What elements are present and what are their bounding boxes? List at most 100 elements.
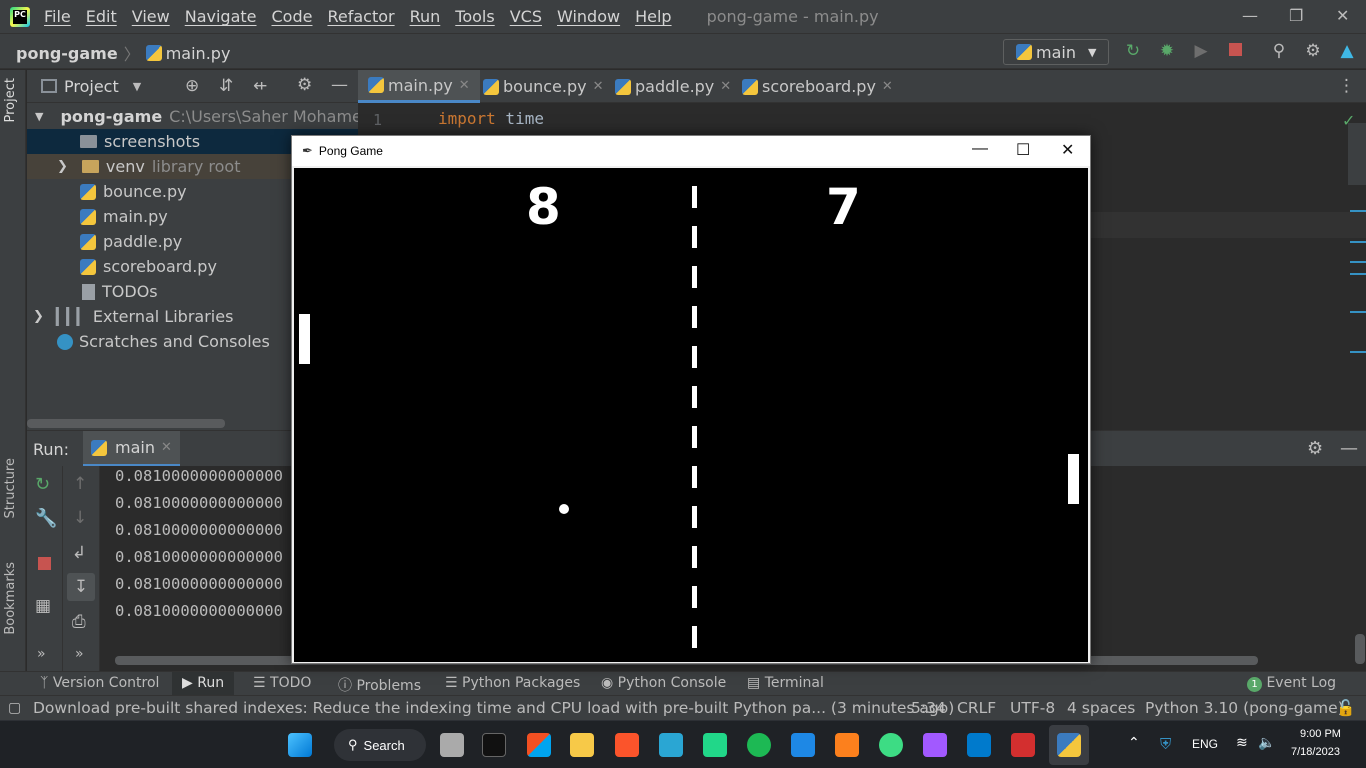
lock-icon[interactable]: 🔓 bbox=[1336, 699, 1355, 717]
chevron-right-icon[interactable]: ❯ bbox=[57, 159, 68, 174]
task-view-icon[interactable] bbox=[440, 733, 464, 757]
tab-bounce-py[interactable]: bounce.py ✕ bbox=[473, 70, 613, 103]
app-icon[interactable] bbox=[791, 733, 815, 757]
arrow-up-icon[interactable]: ↑ bbox=[73, 474, 87, 494]
wrench-icon[interactable]: 🔧 bbox=[35, 508, 57, 529]
hide-panel-icon[interactable]: — bbox=[331, 75, 348, 95]
tool-tab-terminal[interactable]: ▤ Terminal bbox=[747, 675, 824, 691]
structure-tool-tab[interactable]: Structure bbox=[3, 458, 18, 518]
close-icon[interactable]: ✕ bbox=[161, 440, 172, 455]
python-interpreter[interactable]: Python 3.10 (pong-game) bbox=[1145, 699, 1344, 717]
pycharm-taskbar-icon[interactable] bbox=[703, 733, 727, 757]
run-tab-main[interactable]: main ✕ bbox=[83, 431, 180, 467]
scroll-to-end-icon[interactable]: ↧ bbox=[67, 573, 95, 601]
status-message[interactable]: Download pre-built shared indexes: Reduc… bbox=[33, 699, 954, 717]
pong-game-window[interactable]: ✒ Pong Game — ☐ ✕ 8 7 bbox=[291, 135, 1091, 664]
more-icon[interactable]: » bbox=[75, 646, 84, 662]
menu-run[interactable]: Run bbox=[410, 7, 441, 26]
wps-office-icon[interactable] bbox=[1011, 733, 1035, 757]
microsoft-store-icon[interactable] bbox=[527, 733, 551, 757]
minimize-icon[interactable]: — bbox=[1242, 6, 1258, 25]
tree-root[interactable]: ▼ pong-game C:\Users\Saher Mohamed bbox=[27, 104, 372, 129]
caret-position[interactable]: 5:34 bbox=[911, 699, 946, 717]
chevron-down-icon[interactable]: ▼ bbox=[133, 80, 141, 93]
tool-tab-python-packages[interactable]: ☰ Python Packages bbox=[445, 675, 580, 691]
project-panel-title[interactable]: Project bbox=[64, 77, 119, 96]
restore-icon[interactable]: ❐ bbox=[1289, 6, 1303, 25]
menu-view[interactable]: View bbox=[132, 7, 170, 26]
close-icon[interactable]: ✕ bbox=[459, 78, 470, 93]
gear-icon[interactable]: ⚙ bbox=[1307, 438, 1323, 459]
ide-update-icon[interactable]: ▲ bbox=[1338, 42, 1356, 60]
pong-canvas[interactable]: 8 7 bbox=[294, 168, 1088, 662]
horizontal-scrollbar[interactable] bbox=[27, 419, 225, 428]
coverage-icon[interactable]: ▶ bbox=[1192, 42, 1210, 60]
search-icon[interactable]: ⚲ bbox=[1270, 42, 1288, 60]
breadcrumb-project[interactable]: pong-game bbox=[16, 44, 118, 63]
tab-paddle-py[interactable]: paddle.py ✕ bbox=[605, 70, 741, 103]
chevron-right-icon[interactable]: ❯ bbox=[33, 309, 44, 324]
brave-browser-icon[interactable] bbox=[615, 733, 639, 757]
terminal-app-icon[interactable] bbox=[482, 733, 506, 757]
close-icon[interactable]: ✕ bbox=[882, 79, 893, 94]
stop-icon[interactable] bbox=[38, 557, 51, 570]
menu-window[interactable]: Window bbox=[557, 7, 620, 26]
tool-tab-problems[interactable]: ⓘ Problems bbox=[338, 675, 421, 695]
gear-icon[interactable]: ⚙ bbox=[297, 75, 312, 95]
vertical-scrollbar[interactable] bbox=[1348, 123, 1366, 185]
indent-setting[interactable]: 4 spaces bbox=[1067, 699, 1135, 717]
menu-help[interactable]: Help bbox=[635, 7, 671, 26]
stop-icon[interactable] bbox=[1226, 42, 1244, 60]
gear-icon[interactable]: ⚙ bbox=[1304, 42, 1322, 60]
clock-date[interactable]: 7/18/2023 bbox=[1291, 746, 1340, 758]
rerun-icon[interactable]: ↻ bbox=[1124, 42, 1142, 60]
spotify-icon[interactable] bbox=[747, 733, 771, 757]
app-icon[interactable] bbox=[659, 733, 683, 757]
language-indicator[interactable]: ENG bbox=[1192, 737, 1218, 751]
vertical-scrollbar[interactable] bbox=[1355, 634, 1365, 664]
intellij-icon[interactable] bbox=[835, 733, 859, 757]
wifi-icon[interactable]: ≋ bbox=[1236, 735, 1248, 751]
tool-tab-python-console[interactable]: ◉ Python Console bbox=[601, 675, 726, 691]
menu-file[interactable]: File bbox=[44, 7, 71, 26]
panel-toggle-icon[interactable]: ▢ bbox=[8, 700, 21, 716]
menu-tools[interactable]: Tools bbox=[455, 7, 494, 26]
project-tool-tab[interactable]: Project bbox=[3, 78, 18, 122]
run-config-select[interactable]: main ▼ bbox=[1003, 39, 1109, 65]
breadcrumb-file[interactable]: main.py bbox=[166, 44, 231, 63]
python-app-taskbar-item[interactable] bbox=[1049, 725, 1089, 765]
print-icon[interactable]: ⎙ bbox=[72, 612, 86, 632]
tool-tab-run[interactable]: ▶ Run bbox=[172, 672, 235, 696]
pong-window-titlebar[interactable]: ✒ Pong Game — ☐ ✕ bbox=[292, 136, 1090, 166]
hide-panel-icon[interactable]: — bbox=[1340, 438, 1358, 459]
minimize-icon[interactable]: — bbox=[972, 140, 988, 158]
menu-edit[interactable]: Edit bbox=[86, 7, 117, 26]
close-icon[interactable]: ✕ bbox=[1336, 6, 1349, 25]
more-icon[interactable]: ⋮ bbox=[1338, 76, 1355, 96]
close-icon[interactable]: ✕ bbox=[1061, 140, 1074, 160]
event-log[interactable]: 1 Event Log bbox=[1247, 675, 1336, 692]
tool-tab-version-control[interactable]: ᛉ Version Control bbox=[40, 675, 159, 691]
security-icon[interactable]: ⛨ bbox=[1160, 735, 1171, 753]
clock-time[interactable]: 9:00 PM bbox=[1300, 728, 1341, 740]
file-explorer-icon[interactable] bbox=[570, 733, 594, 757]
figma-icon[interactable] bbox=[923, 733, 947, 757]
menu-code[interactable]: Code bbox=[272, 7, 313, 26]
locate-icon[interactable]: ⊕ bbox=[185, 76, 199, 96]
layout-icon[interactable]: ▦ bbox=[35, 596, 51, 616]
close-icon[interactable]: ✕ bbox=[720, 79, 731, 94]
tab-main-py[interactable]: main.py ✕ bbox=[358, 70, 480, 103]
vscode-icon[interactable] bbox=[967, 733, 991, 757]
chevron-up-icon[interactable]: ⌃ bbox=[1128, 735, 1140, 751]
close-icon[interactable]: ✕ bbox=[593, 79, 604, 94]
arrow-down-icon[interactable]: ↓ bbox=[73, 508, 87, 528]
menu-navigate[interactable]: Navigate bbox=[185, 7, 257, 26]
bookmarks-tool-tab[interactable]: Bookmarks bbox=[3, 562, 18, 635]
android-studio-icon[interactable] bbox=[879, 733, 903, 757]
chevron-down-icon[interactable]: ▼ bbox=[35, 110, 43, 123]
volume-icon[interactable]: 🔈 bbox=[1258, 735, 1275, 751]
taskbar-search[interactable]: ⚲ Search bbox=[334, 729, 426, 761]
debug-icon[interactable]: ✹ bbox=[1158, 42, 1176, 60]
menu-refactor[interactable]: Refactor bbox=[327, 7, 394, 26]
maximize-icon[interactable]: ☐ bbox=[1016, 140, 1030, 160]
